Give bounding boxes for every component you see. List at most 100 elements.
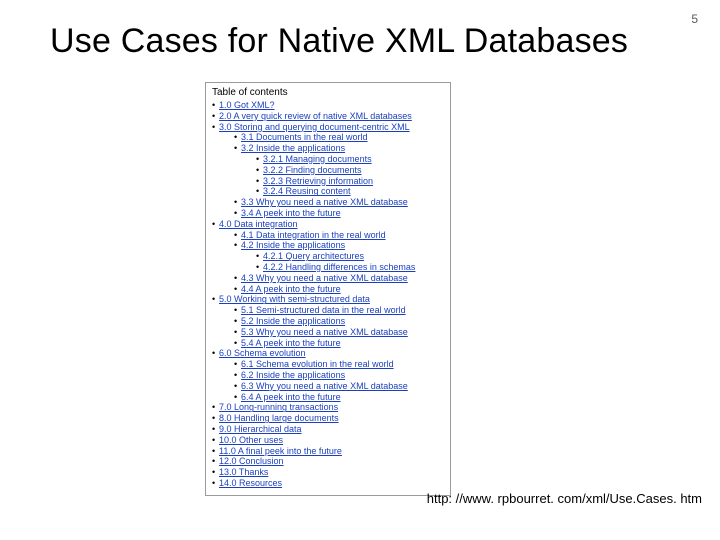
toc-item: • 4.2 Inside the applications bbox=[234, 240, 444, 251]
toc-item: • 7.0 Long-running transactions bbox=[212, 402, 444, 413]
toc-link[interactable]: 4.2.2 Handling differences in schemas bbox=[263, 262, 415, 272]
bullet-icon: • bbox=[212, 467, 219, 478]
toc-heading: Table of contents bbox=[212, 87, 444, 99]
bullet-icon: • bbox=[256, 251, 263, 262]
toc-link[interactable]: 4.0 Data integration bbox=[219, 219, 298, 229]
toc-item: • 6.1 Schema evolution in the real world bbox=[234, 359, 444, 370]
toc-link[interactable]: 6.0 Schema evolution bbox=[219, 348, 306, 358]
bullet-icon: • bbox=[212, 294, 219, 305]
bullet-icon: • bbox=[234, 284, 241, 295]
bullet-icon: • bbox=[234, 143, 241, 154]
toc-link[interactable]: 6.1 Schema evolution in the real world bbox=[241, 359, 394, 369]
toc-link[interactable]: 10.0 Other uses bbox=[219, 435, 283, 445]
bullet-icon: • bbox=[212, 348, 219, 359]
bullet-icon: • bbox=[212, 424, 219, 435]
bullet-icon: • bbox=[234, 338, 241, 349]
toc-link[interactable]: 13.0 Thanks bbox=[219, 467, 268, 477]
toc-item: • 9.0 Hierarchical data bbox=[212, 424, 444, 435]
bullet-icon: • bbox=[234, 327, 241, 338]
toc-link[interactable]: 4.2 Inside the applications bbox=[241, 240, 345, 250]
bullet-icon: • bbox=[234, 305, 241, 316]
toc-link[interactable]: 3.1 Documents in the real world bbox=[241, 132, 368, 142]
toc-item: • 1.0 Got XML? bbox=[212, 100, 444, 111]
toc-item: • 8.0 Handling large documents bbox=[212, 413, 444, 424]
toc-item: • 13.0 Thanks bbox=[212, 467, 444, 478]
toc-link[interactable]: 3.4 A peek into the future bbox=[241, 208, 341, 218]
bullet-icon: • bbox=[234, 359, 241, 370]
toc-item: • 5.4 A peek into the future bbox=[234, 338, 444, 349]
toc-item: • 6.4 A peek into the future bbox=[234, 392, 444, 403]
toc-link[interactable]: 1.0 Got XML? bbox=[219, 100, 275, 110]
toc-item: • 3.4 A peek into the future bbox=[234, 208, 444, 219]
toc-link[interactable]: 3.2.3 Retrieving information bbox=[263, 176, 373, 186]
toc-link[interactable]: 8.0 Handling large documents bbox=[219, 413, 339, 423]
toc-item: • 6.2 Inside the applications bbox=[234, 370, 444, 381]
toc-link[interactable]: 7.0 Long-running transactions bbox=[219, 402, 338, 412]
toc-link[interactable]: 5.3 Why you need a native XML database bbox=[241, 327, 408, 337]
toc-link[interactable]: 5.4 A peek into the future bbox=[241, 338, 341, 348]
toc-item: • 4.1 Data integration in the real world bbox=[234, 230, 444, 241]
toc-item: • 3.3 Why you need a native XML database bbox=[234, 197, 444, 208]
toc-link[interactable]: 11.0 A final peek into the future bbox=[219, 446, 342, 456]
bullet-icon: • bbox=[234, 392, 241, 403]
toc-link[interactable]: 12.0 Conclusion bbox=[219, 456, 284, 466]
toc-link[interactable]: 4.1 Data integration in the real world bbox=[241, 230, 386, 240]
bullet-icon: • bbox=[212, 456, 219, 467]
bullet-icon: • bbox=[234, 381, 241, 392]
toc-item: • 5.2 Inside the applications bbox=[234, 316, 444, 327]
toc-item: • 4.2.2 Handling differences in schemas bbox=[256, 262, 444, 273]
bullet-icon: • bbox=[256, 176, 263, 187]
bullet-icon: • bbox=[212, 435, 219, 446]
bullet-icon: • bbox=[234, 197, 241, 208]
source-url: http: //www. rpbourret. com/xml/Use.Case… bbox=[427, 491, 702, 506]
bullet-icon: • bbox=[234, 240, 241, 251]
toc-link[interactable]: 2.0 A very quick review of native XML da… bbox=[219, 111, 412, 121]
page-number: 5 bbox=[691, 12, 698, 26]
toc-link[interactable]: 4.4 A peek into the future bbox=[241, 284, 341, 294]
bullet-icon: • bbox=[234, 316, 241, 327]
toc-link[interactable]: 6.2 Inside the applications bbox=[241, 370, 345, 380]
toc-item: • 12.0 Conclusion bbox=[212, 456, 444, 467]
toc-link[interactable]: 6.3 Why you need a native XML database bbox=[241, 381, 408, 391]
toc-item: • 5.3 Why you need a native XML database bbox=[234, 327, 444, 338]
toc-link[interactable]: 3.0 Storing and querying document-centri… bbox=[219, 122, 410, 132]
toc-item: • 10.0 Other uses bbox=[212, 435, 444, 446]
bullet-icon: • bbox=[256, 165, 263, 176]
toc-item: • 3.2.4 Reusing content bbox=[256, 186, 444, 197]
toc-item: • 4.0 Data integration bbox=[212, 219, 444, 230]
toc-item: • 3.2 Inside the applications bbox=[234, 143, 444, 154]
bullet-icon: • bbox=[212, 446, 219, 457]
toc-item: • 14.0 Resources bbox=[212, 478, 444, 489]
bullet-icon: • bbox=[212, 413, 219, 424]
toc-link[interactable]: 4.3 Why you need a native XML database bbox=[241, 273, 408, 283]
table-of-contents: Table of contents • 1.0 Got XML?• 2.0 A … bbox=[205, 82, 451, 496]
toc-link[interactable]: 5.1 Semi-structured data in the real wor… bbox=[241, 305, 406, 315]
toc-link[interactable]: 6.4 A peek into the future bbox=[241, 392, 341, 402]
bullet-icon: • bbox=[256, 262, 263, 273]
toc-link[interactable]: 3.2.4 Reusing content bbox=[263, 186, 351, 196]
toc-link[interactable]: 4.2.1 Query architectures bbox=[263, 251, 364, 261]
toc-link[interactable]: 14.0 Resources bbox=[219, 478, 282, 488]
bullet-icon: • bbox=[234, 230, 241, 241]
bullet-icon: • bbox=[234, 370, 241, 381]
toc-link[interactable]: 3.2.1 Managing documents bbox=[263, 154, 372, 164]
bullet-icon: • bbox=[212, 402, 219, 413]
slide-page: 5 Use Cases for Native XML Databases Tab… bbox=[0, 0, 720, 540]
toc-item: • 4.3 Why you need a native XML database bbox=[234, 273, 444, 284]
bullet-icon: • bbox=[212, 100, 219, 111]
bullet-icon: • bbox=[256, 154, 263, 165]
toc-link[interactable]: 5.2 Inside the applications bbox=[241, 316, 345, 326]
toc-item: • 3.1 Documents in the real world bbox=[234, 132, 444, 143]
toc-link[interactable]: 3.2 Inside the applications bbox=[241, 143, 345, 153]
toc-item: • 2.0 A very quick review of native XML … bbox=[212, 111, 444, 122]
toc-item: • 6.0 Schema evolution bbox=[212, 348, 444, 359]
toc-link[interactable]: 5.0 Working with semi-structured data bbox=[219, 294, 370, 304]
toc-link[interactable]: 9.0 Hierarchical data bbox=[219, 424, 302, 434]
toc-item: • 4.4 A peek into the future bbox=[234, 284, 444, 295]
toc-item: • 3.2.1 Managing documents bbox=[256, 154, 444, 165]
toc-item: • 4.2.1 Query architectures bbox=[256, 251, 444, 262]
toc-link[interactable]: 3.3 Why you need a native XML database bbox=[241, 197, 408, 207]
toc-link[interactable]: 3.2.2 Finding documents bbox=[263, 165, 362, 175]
bullet-icon: • bbox=[234, 273, 241, 284]
toc-item: • 3.2.3 Retrieving information bbox=[256, 176, 444, 187]
